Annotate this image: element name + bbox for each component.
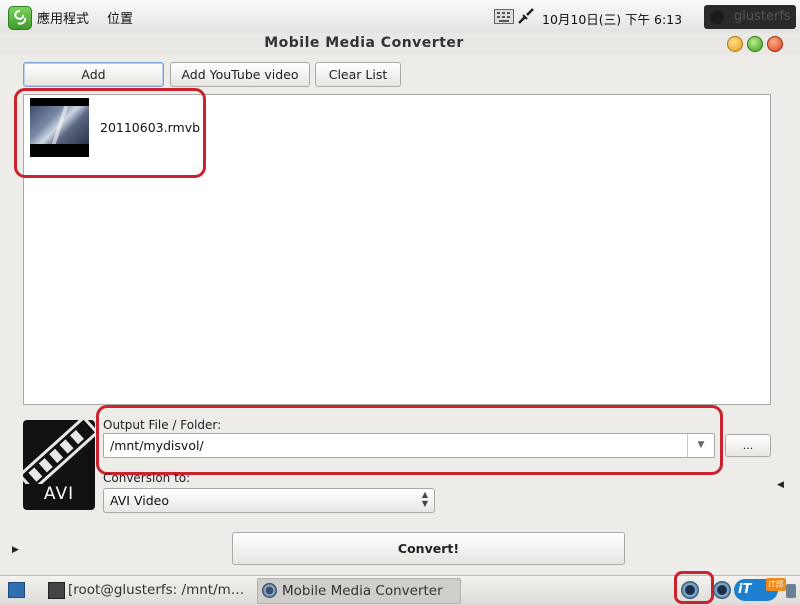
clear-list-button[interactable]: Clear List: [315, 62, 401, 87]
triangle-right-icon: ▶: [12, 545, 19, 555]
conversion-label: Conversion to:: [103, 471, 191, 485]
ithome-badge: iT邦: [766, 578, 786, 591]
add-button[interactable]: Add: [23, 62, 164, 87]
user-name: glusterfs: [734, 9, 791, 24]
highlight-tray: [674, 571, 714, 604]
tray-app-icon[interactable]: [713, 581, 731, 599]
add-youtube-button[interactable]: Add YouTube video: [170, 62, 310, 87]
close-button[interactable]: [767, 36, 783, 52]
maximize-button[interactable]: [747, 36, 763, 52]
network-icon[interactable]: [516, 6, 536, 29]
app-logo-icon[interactable]: [8, 6, 32, 30]
task-mobile-media-converter[interactable]: Mobile Media Converter: [257, 578, 461, 604]
task-mmc-label: Mobile Media Converter: [282, 583, 443, 599]
highlight-file: [14, 88, 206, 178]
task-terminal-label: [root@glusterfs: /mnt/m…: [68, 582, 245, 598]
show-desktop-icon[interactable]: [8, 582, 25, 598]
user-menu[interactable]: glusterfs: [704, 5, 796, 29]
triangle-left-icon: ◀: [777, 480, 784, 490]
avi-label: AVI: [43, 484, 75, 504]
updown-arrows-icon: ▲ ▼: [421, 490, 428, 508]
conversion-value: AVI Video: [110, 493, 169, 508]
title-bar: Mobile Media Converter: [0, 33, 800, 55]
browse-button[interactable]: ...: [725, 434, 771, 457]
user-icon: [710, 10, 724, 24]
top-panel: 應用程式 位置 10月10日(三) 下午 6:13 glusterfs: [0, 0, 800, 34]
menu-places[interactable]: 位置: [107, 8, 133, 27]
window-title: Mobile Media Converter: [264, 35, 464, 51]
minimize-button[interactable]: [727, 36, 743, 52]
terminal-icon: [48, 582, 65, 599]
media-converter-icon: [262, 583, 277, 598]
menu-applications[interactable]: 應用程式: [37, 8, 89, 27]
conversion-select[interactable]: AVI Video ▲ ▼: [103, 488, 435, 513]
tray-end-icon[interactable]: [786, 584, 796, 598]
clock[interactable]: 10月10日(三) 下午 6:13: [542, 9, 682, 28]
avi-format-icon: AVI: [23, 420, 95, 510]
task-terminal[interactable]: [root@glusterfs: /mnt/m…: [44, 578, 247, 602]
keyboard-icon[interactable]: [494, 9, 514, 24]
convert-button[interactable]: Convert!: [232, 532, 625, 565]
highlight-output: [96, 405, 723, 475]
